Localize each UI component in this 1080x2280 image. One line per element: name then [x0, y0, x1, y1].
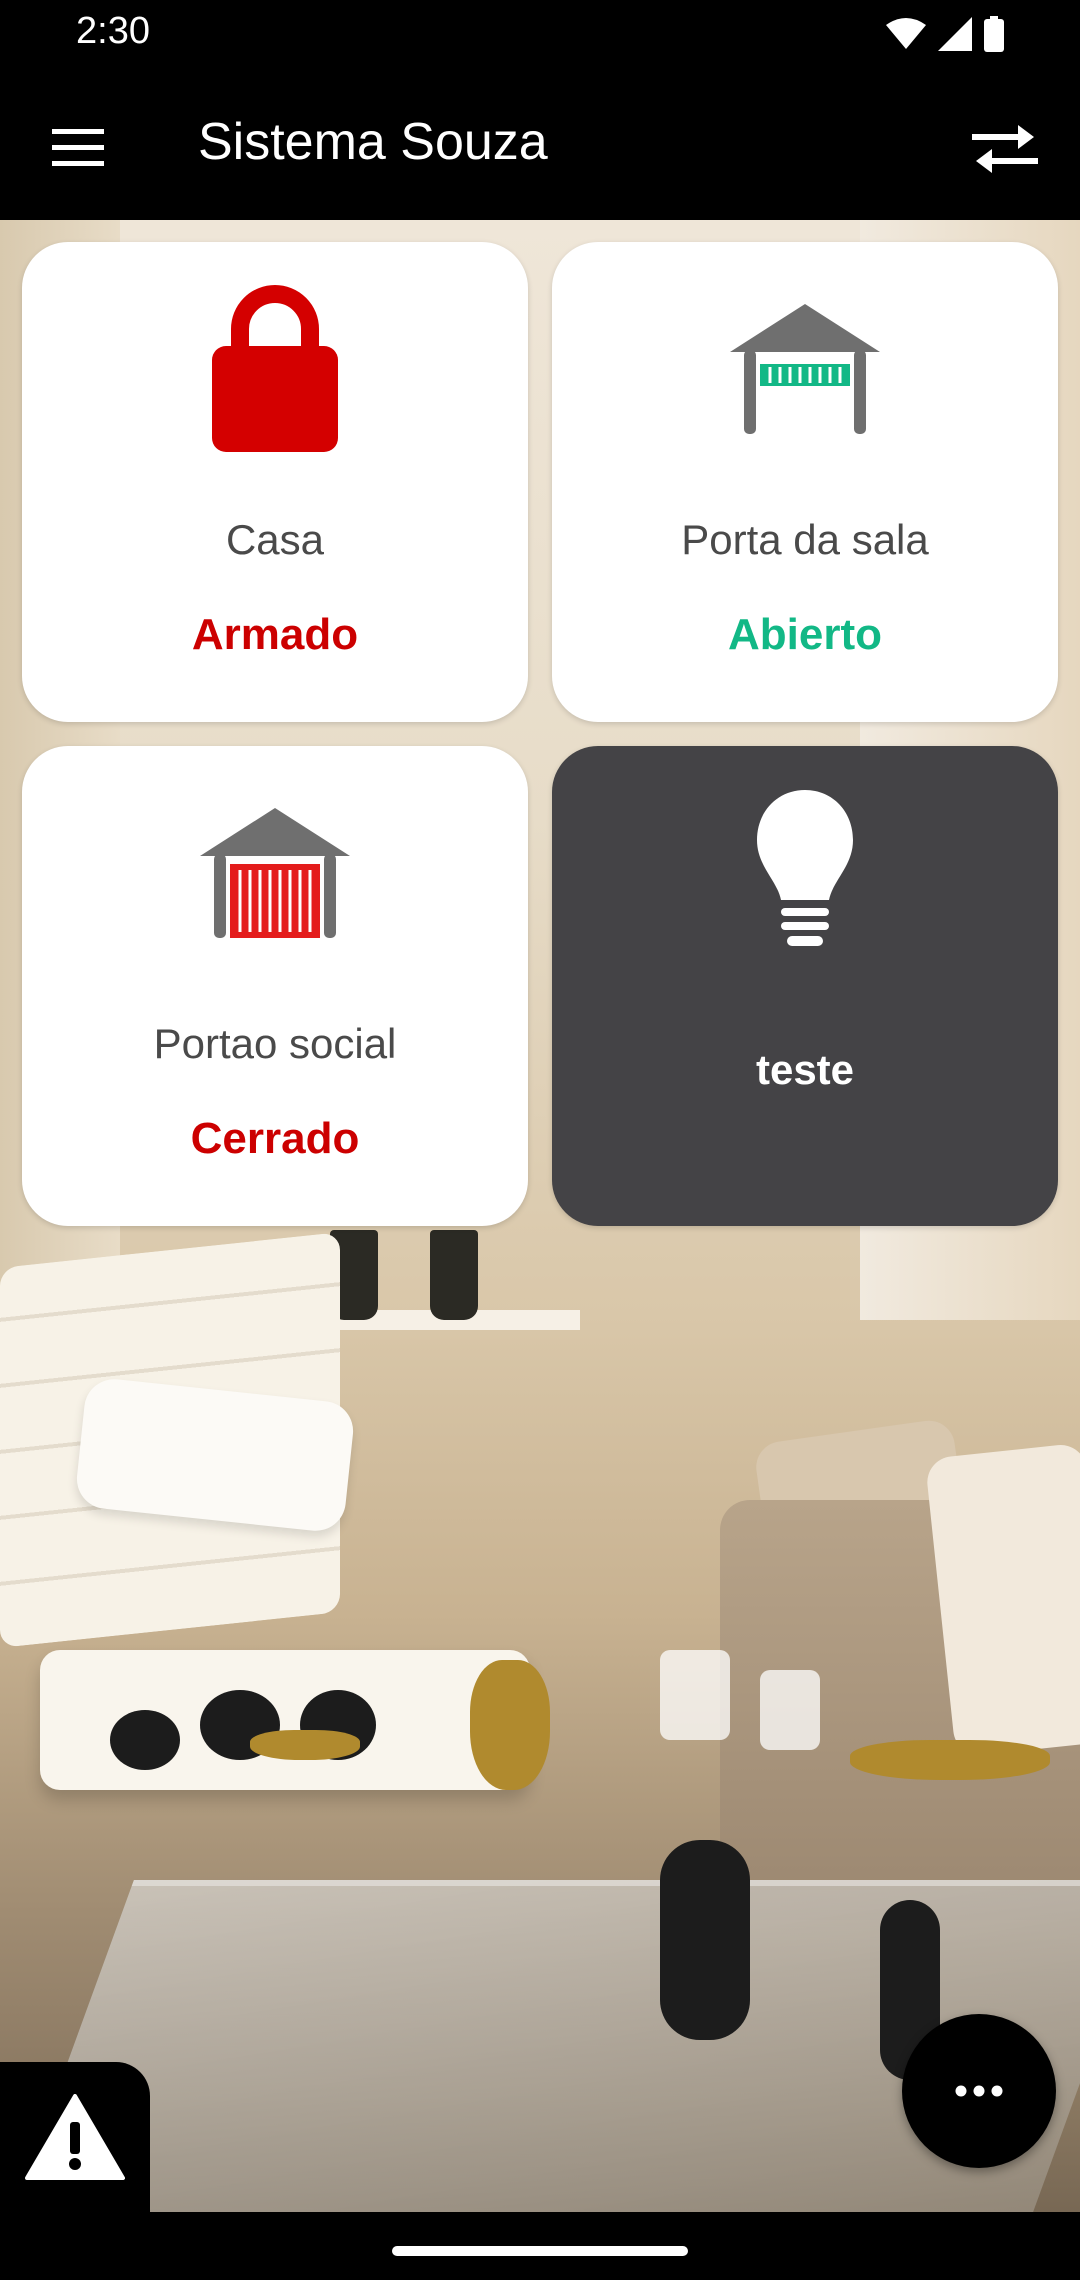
device-status: Armado: [191, 610, 359, 659]
more-options-button[interactable]: [902, 2014, 1056, 2168]
phone-screen: 2:30 Sistema Souza Casa Armado Porta da …: [0, 0, 1080, 2280]
wifi-icon: [886, 18, 926, 49]
menu-button[interactable]: [40, 110, 116, 186]
device-card-teste[interactable]: teste: [552, 746, 1058, 1226]
navigation-bar: [0, 2212, 1080, 2280]
padlock-icon: [212, 285, 338, 452]
app-bar: Sistema Souza: [0, 70, 1080, 220]
panic-alert-button[interactable]: [0, 2062, 150, 2212]
status-bar: 2:30: [0, 0, 1080, 70]
device-name: Portao social: [153, 1020, 397, 1067]
menu-icon: [52, 129, 104, 166]
device-status: Abierto: [728, 610, 882, 659]
signal-icon: [938, 17, 972, 51]
device-name: teste: [755, 1046, 855, 1093]
device-status: Cerrado: [190, 1114, 360, 1163]
warning-icon: [25, 2094, 125, 2180]
status-time: 2:30: [76, 10, 150, 52]
home-indicator[interactable]: [392, 2246, 688, 2256]
more-horizontal-icon: [955, 2085, 1003, 2097]
status-icons: [886, 16, 1004, 52]
garage-open-icon: [730, 304, 880, 434]
swap-arrows-icon: [972, 125, 1038, 173]
battery-icon: [984, 16, 1004, 52]
switch-system-button[interactable]: [960, 110, 1050, 186]
page-title: Sistema Souza: [198, 113, 548, 171]
garage-closed-icon: [200, 808, 350, 938]
dashboard-content: Casa Armado Porta da sala Abierto Portao…: [0, 220, 1080, 2212]
device-card-portao-social[interactable]: Portao social Cerrado: [22, 746, 528, 1226]
lightbulb-icon: [757, 790, 853, 946]
device-card-porta-da-sala[interactable]: Porta da sala Abierto: [552, 242, 1058, 722]
device-card-casa[interactable]: Casa Armado: [22, 242, 528, 722]
device-name: Casa: [225, 516, 325, 563]
device-name: Porta da sala: [681, 516, 929, 563]
